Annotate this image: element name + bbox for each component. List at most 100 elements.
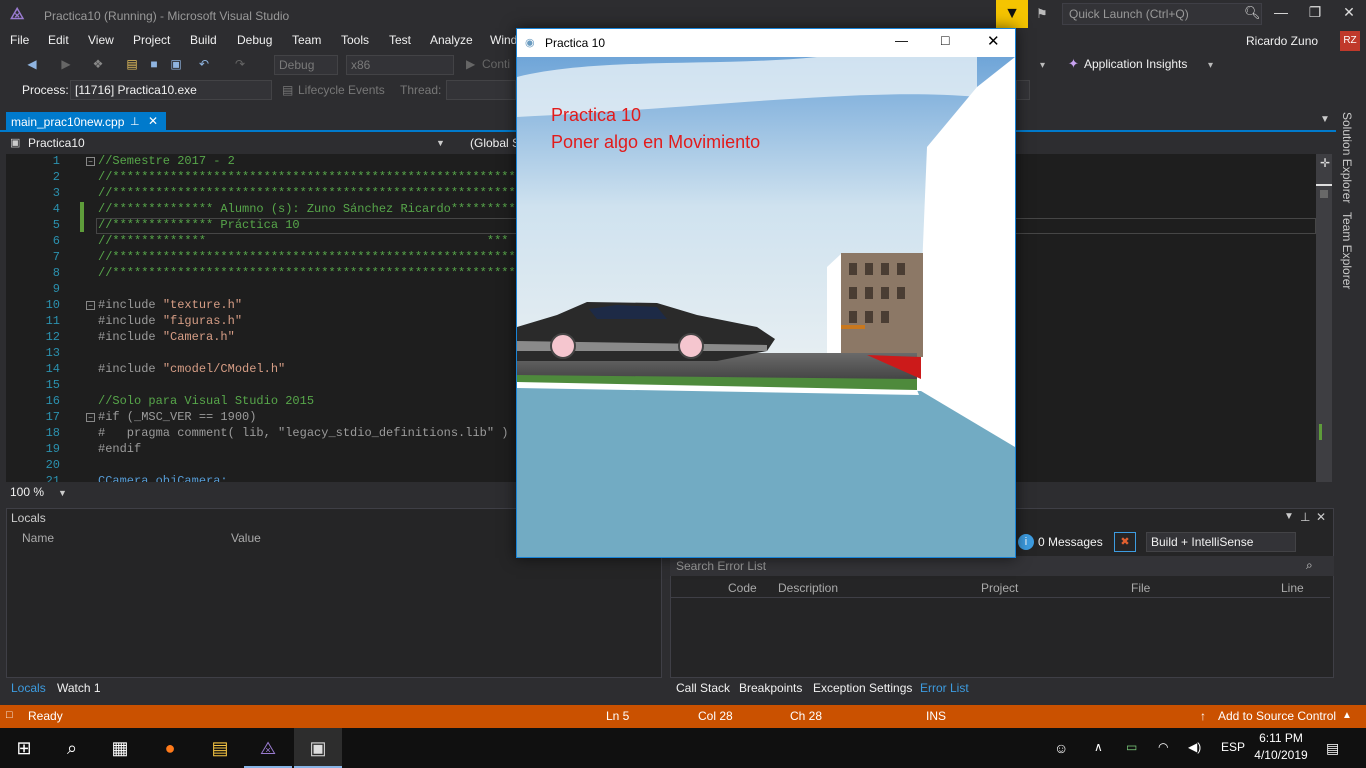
firefox-icon[interactable]: ● <box>146 728 194 768</box>
volume-icon[interactable]: ◀) <box>1188 740 1201 754</box>
back-icon[interactable]: ◀ <box>24 57 40 73</box>
solution-explorer-tab[interactable]: Solution Explorer <box>1340 112 1354 203</box>
add-to-source-control-button[interactable]: Add to Source Control <box>1218 709 1336 723</box>
scope-combo[interactable]: (Global S <box>470 136 520 150</box>
tab-main-prac10new[interactable]: main_prac10new.cpp ⊥ ✕ <box>6 112 166 132</box>
undo-icon[interactable]: ↶ <box>196 57 212 73</box>
close-button[interactable]: ✕ <box>1334 4 1364 24</box>
chevron-up-icon[interactable]: ∧ <box>1094 740 1103 754</box>
filter-icon[interactable]: ✖ <box>1114 532 1136 552</box>
fold-toggle-icon[interactable]: − <box>86 413 95 422</box>
code-line[interactable]: //Solo para Visual Studio 2015 <box>98 394 314 408</box>
chevron-down-icon[interactable]: ▼ <box>436 138 445 148</box>
pin-icon[interactable]: ⊥ <box>130 115 140 128</box>
tab-breakpoints[interactable]: Breakpoints <box>739 681 802 695</box>
project-combo[interactable]: Practica10 <box>28 136 438 150</box>
code-line[interactable]: #endif <box>98 442 141 456</box>
menu-edit[interactable]: Edit <box>48 33 69 47</box>
close-panel-icon[interactable]: ✕ <box>1316 510 1326 524</box>
tab-watch-1[interactable]: Watch 1 <box>57 681 101 695</box>
close-button[interactable]: ✕ <box>987 32 1000 50</box>
fold-toggle-icon[interactable]: − <box>86 157 95 166</box>
practica10-titlebar[interactable]: ◉ Practica 10 — □ ✕ <box>517 29 1015 57</box>
app-insights-button[interactable]: Application Insights <box>1084 57 1187 71</box>
continue-button[interactable]: Conti <box>482 57 510 71</box>
save-icon[interactable]: ■ <box>146 57 162 73</box>
redo-icon[interactable]: ↷ <box>232 57 248 73</box>
code-line[interactable]: CCamera objCamera; <box>98 474 228 482</box>
menu-analyze[interactable]: Analyze <box>430 33 473 47</box>
close-tab-icon[interactable]: ✕ <box>148 114 158 128</box>
stack-frame-select[interactable] <box>1016 80 1030 100</box>
menu-file[interactable]: File <box>10 33 29 47</box>
task-view-icon[interactable]: ▦ <box>96 728 144 768</box>
user-name[interactable]: Ricardo Zuno <box>1246 34 1318 48</box>
error-search-box[interactable]: Search Error List ⌕ <box>670 556 1334 576</box>
locals-value-header[interactable]: Value <box>231 531 261 545</box>
code-line[interactable]: #include "cmodel/CModel.h" <box>98 362 285 376</box>
clock-time[interactable]: 6:11 PM <box>1255 731 1307 745</box>
code-line[interactable]: #if (_MSC_VER == 1900) <box>98 410 256 424</box>
continue-icon[interactable]: ▶ <box>466 57 475 71</box>
code-line[interactable]: #include "Camera.h" <box>98 330 235 344</box>
wifi-icon[interactable]: ◠ <box>1158 740 1168 754</box>
quick-launch-input[interactable]: Quick Launch (Ctrl+Q) <box>1062 3 1262 25</box>
action-center-icon[interactable]: ▤ <box>1326 740 1339 757</box>
file-explorer-icon[interactable]: ▤ <box>196 728 244 768</box>
fold-toggle-icon[interactable]: − <box>86 301 95 310</box>
process-select[interactable]: [11716] Practica10.exe <box>70 80 272 100</box>
search-icon[interactable]: ⌕ <box>48 728 96 768</box>
clock-date[interactable]: 4/10/2019 <box>1252 748 1310 762</box>
menu-test[interactable]: Test <box>389 33 411 47</box>
panel-dropdown-icon[interactable]: ▼ <box>1284 511 1294 522</box>
error-scope-select[interactable]: Build + IntelliSense <box>1146 532 1296 552</box>
avatar[interactable]: RZ <box>1340 31 1360 51</box>
code-line[interactable]: //Semestre 2017 - 2 <box>98 154 235 168</box>
minimize-button[interactable]: — <box>895 33 908 48</box>
new-project-icon[interactable]: ❖ <box>90 57 106 73</box>
toolbar-overflow-icon[interactable]: ▾ <box>1040 60 1045 71</box>
chevron-down-icon[interactable]: ▾ <box>1208 60 1213 71</box>
tab-exception-settings[interactable]: Exception Settings <box>813 681 912 695</box>
battery-icon[interactable]: ▭ <box>1126 740 1137 754</box>
code-line[interactable]: #include "figuras.h" <box>98 314 242 328</box>
messages-count-button[interactable]: 0 Messages <box>1038 535 1103 549</box>
col-file[interactable]: File <box>1131 581 1150 595</box>
code-line[interactable]: # pragma comment( lib, "legacy_stdio_def… <box>98 426 508 440</box>
restore-button[interactable]: ❐ <box>1300 4 1330 24</box>
maximize-button[interactable]: □ <box>941 32 949 48</box>
solution-platform-select[interactable]: x86 <box>346 55 454 75</box>
people-icon[interactable]: ☺ <box>1054 740 1068 756</box>
practica10-window[interactable]: ◉ Practica 10 — □ ✕ Practica 10 Poner al… <box>516 28 1016 558</box>
feedback-filter-icon[interactable]: ▼ <box>996 0 1028 28</box>
language-indicator[interactable]: ESP <box>1221 740 1245 754</box>
save-all-icon[interactable]: ▣ <box>168 57 184 73</box>
thread-select[interactable] <box>446 80 516 100</box>
opengl-scene[interactable]: Practica 10 Poner algo en Movimiento <box>517 57 1015 557</box>
menu-team[interactable]: Team <box>292 33 321 47</box>
menu-tools[interactable]: Tools <box>341 33 369 47</box>
menu-view[interactable]: View <box>88 33 114 47</box>
menu-project[interactable]: Project <box>133 33 170 47</box>
minimize-button[interactable]: — <box>1266 4 1296 24</box>
open-folder-icon[interactable]: ▤ <box>124 57 140 73</box>
split-icon[interactable]: ✛ <box>1320 156 1330 170</box>
zoom-level[interactable]: 100 % <box>10 485 44 499</box>
practica10-taskbar-icon[interactable]: ▣ <box>294 728 342 768</box>
menu-build[interactable]: Build <box>190 33 217 47</box>
col-description[interactable]: Description <box>778 581 838 595</box>
code-line[interactable]: //************** Práctica 10 <box>98 218 300 232</box>
tab-locals[interactable]: Locals <box>11 681 46 695</box>
visual-studio-taskbar-icon[interactable]: ⨻ <box>244 728 292 768</box>
menu-debug[interactable]: Debug <box>237 33 272 47</box>
col-line[interactable]: Line <box>1281 581 1304 595</box>
error-search-input[interactable]: Search Error List <box>676 559 766 573</box>
chevron-down-icon[interactable]: ▼ <box>58 488 67 498</box>
tab-call-stack[interactable]: Call Stack <box>676 681 730 695</box>
col-project[interactable]: Project <box>981 581 1018 595</box>
code-line[interactable]: #include "texture.h" <box>98 298 242 312</box>
solution-configuration-select[interactable]: Debug <box>274 55 338 75</box>
team-explorer-tab[interactable]: Team Explorer <box>1340 212 1354 289</box>
tab-dropdown-icon[interactable]: ▼ <box>1320 114 1330 125</box>
tab-error-list[interactable]: Error List <box>920 681 969 695</box>
